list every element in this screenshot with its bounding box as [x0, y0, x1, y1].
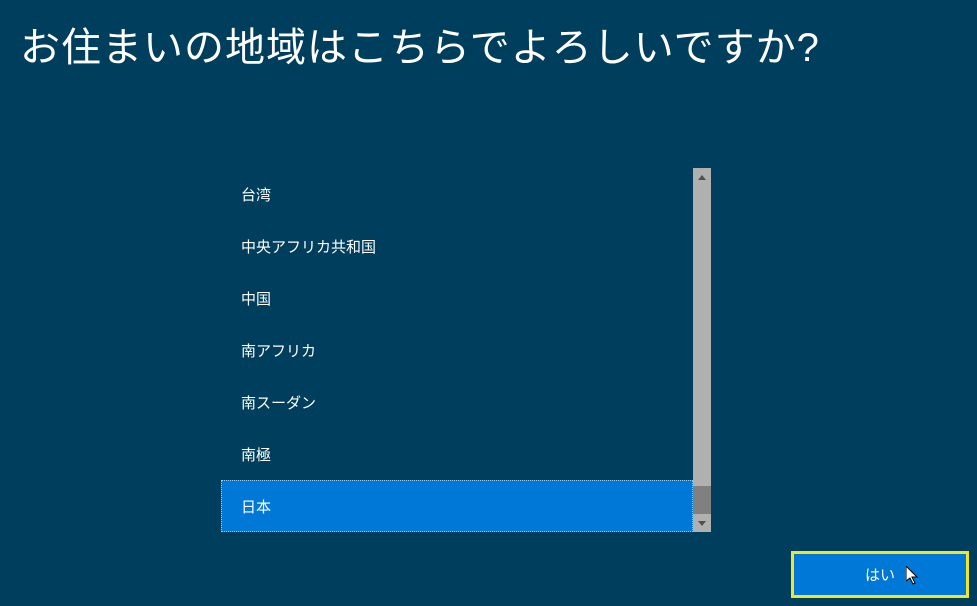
list-item[interactable]: 中央アフリカ共和国	[221, 220, 693, 272]
list-item-label: 台湾	[241, 184, 271, 205]
list-item[interactable]: 日本	[221, 480, 693, 532]
list-item-label: 中央アフリカ共和国	[241, 236, 376, 257]
list-item-label: 南アフリカ	[241, 340, 316, 361]
list-item[interactable]: 南極	[221, 428, 693, 480]
scroll-up-arrow-icon[interactable]	[693, 168, 711, 186]
list-item[interactable]: 南スーダン	[221, 376, 693, 428]
confirm-button[interactable]: はい	[791, 551, 969, 598]
list-item[interactable]: 南アフリカ	[221, 324, 693, 376]
region-list-container: 台湾中央アフリカ共和国中国南アフリカ南スーダン南極日本	[221, 168, 711, 532]
list-item-label: 南スーダン	[241, 392, 316, 413]
page-title: お住まいの地域はこちらでよろしいですか?	[0, 0, 977, 88]
confirm-button-label: はい	[865, 564, 895, 585]
list-item-label: 南極	[241, 444, 271, 465]
list-item-label: 日本	[241, 496, 271, 517]
scroll-thumb[interactable]	[693, 486, 711, 514]
list-item[interactable]: 台湾	[221, 168, 693, 220]
list-item[interactable]: 中国	[221, 272, 693, 324]
region-list[interactable]: 台湾中央アフリカ共和国中国南アフリカ南スーダン南極日本	[221, 168, 693, 532]
scroll-track[interactable]	[693, 186, 711, 514]
scroll-down-arrow-icon[interactable]	[693, 514, 711, 532]
scrollbar[interactable]	[693, 168, 711, 532]
list-item-label: 中国	[241, 288, 271, 309]
